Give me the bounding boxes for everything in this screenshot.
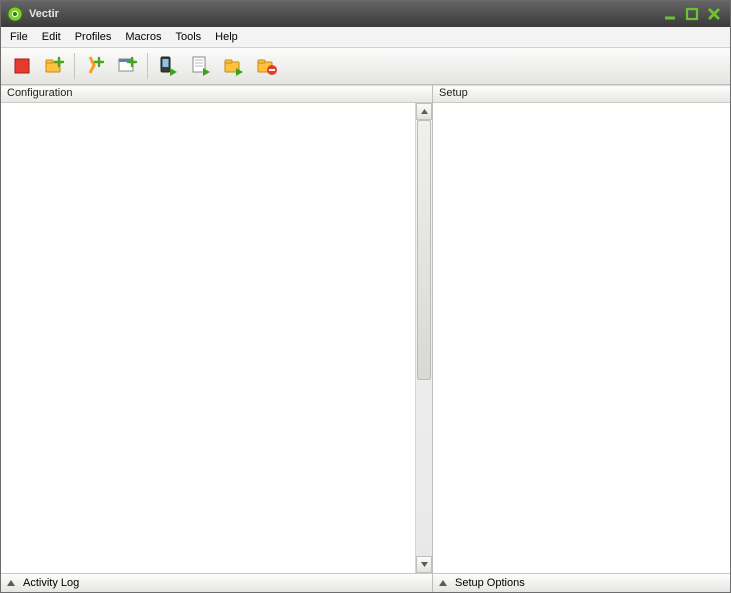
setup-tree[interactable]: [433, 103, 730, 573]
toolbar-page-run-button[interactable]: [184, 50, 217, 83]
menu-tools[interactable]: Tools: [168, 29, 208, 45]
menu-macros[interactable]: Macros: [118, 29, 168, 45]
toolbar-add-window-button[interactable]: [111, 50, 144, 83]
close-button[interactable]: [704, 6, 724, 22]
scroll-track[interactable]: [416, 120, 432, 556]
toolbar-add-folder-button[interactable]: [38, 50, 71, 83]
configuration-pane: Configuration: [1, 85, 433, 573]
menu-edit[interactable]: Edit: [35, 29, 68, 45]
toolbar-record-button[interactable]: [5, 50, 38, 83]
activity-log-bar[interactable]: Activity Log: [1, 573, 433, 592]
setup-pane: Setup: [433, 85, 730, 573]
toolbar-folder-delete-button[interactable]: [250, 50, 283, 83]
menu-file[interactable]: File: [3, 29, 35, 45]
toolbar-add-macro-button[interactable]: [78, 50, 111, 83]
maximize-button[interactable]: [682, 6, 702, 22]
scrollbar[interactable]: [415, 103, 432, 573]
toolbar: [1, 48, 730, 85]
toolbar-device-run-button[interactable]: [151, 50, 184, 83]
menu-help[interactable]: Help: [208, 29, 245, 45]
configuration-tree[interactable]: [1, 103, 415, 573]
titlebar: Vectir: [1, 1, 730, 27]
minimize-button[interactable]: [660, 6, 680, 22]
configuration-header: Configuration: [1, 85, 432, 103]
menu-profiles[interactable]: Profiles: [68, 29, 119, 45]
app-title: Vectir: [29, 8, 59, 20]
scroll-down-button[interactable]: [416, 556, 432, 573]
setup-options-toggle-icon[interactable]: [435, 576, 451, 590]
menubar: File Edit Profiles Macros Tools Help: [1, 27, 730, 48]
bottom-bars: Activity Log Setup Options: [1, 573, 730, 592]
app-window: Vectir File Edit Profiles Macros Tools H…: [0, 0, 731, 593]
activity-log-label: Activity Log: [23, 577, 79, 589]
toolbar-folder-run-button[interactable]: [217, 50, 250, 83]
activity-log-toggle-icon[interactable]: [3, 576, 19, 590]
scroll-up-button[interactable]: [416, 103, 432, 120]
setup-options-bar[interactable]: Setup Options: [433, 573, 730, 592]
content-area: Configuration Setup: [1, 85, 730, 573]
scroll-thumb[interactable]: [417, 120, 431, 380]
app-icon: [7, 6, 23, 22]
setup-options-label: Setup Options: [455, 577, 525, 589]
setup-header: Setup: [433, 85, 730, 103]
